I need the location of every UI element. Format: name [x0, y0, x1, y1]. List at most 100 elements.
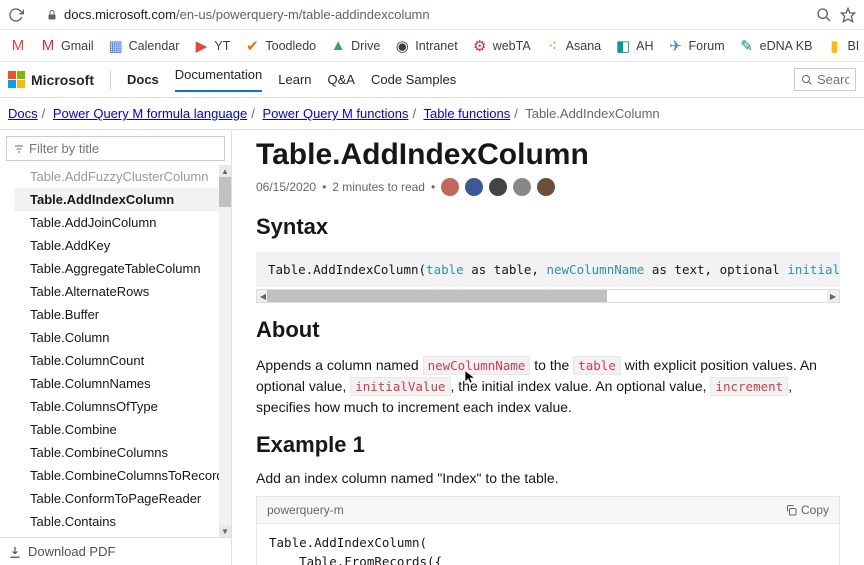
nav-documentation[interactable]: Documentation — [175, 67, 262, 92]
search-icon[interactable] — [816, 7, 832, 23]
toc-item[interactable]: Table.AddIndexColumn — [14, 188, 231, 211]
bookmark-item[interactable]: ✔Toodledo — [244, 38, 316, 54]
bookmark-item[interactable]: ✈Forum — [668, 38, 725, 54]
toc-item[interactable]: Table.ConformToPageReader — [14, 487, 231, 510]
toc-item[interactable]: Table.AlternateRows — [14, 280, 231, 303]
bookmark-label: Calendar — [129, 39, 180, 53]
example-codeblock: Table.AddIndexColumn( Table.FromRecords(… — [256, 523, 840, 565]
content-area: Table.AddFuzzyClusterColumnTable.AddInde… — [0, 130, 864, 565]
read-time: 2 minutes to read — [332, 180, 425, 194]
toc-item[interactable]: Table.AggregateTableColumn — [14, 257, 231, 280]
example-subtitle: Add an index column named "Index" to the… — [256, 470, 840, 486]
bookmark-label: eDNA KB — [760, 39, 813, 53]
bookmark-label: AH — [636, 39, 653, 53]
contributor-avatar[interactable] — [465, 178, 483, 196]
bookmarks-bar: MM Gmail ▦ Calendar ▶YT ✔Toodledo ▲Drive ◉ Intra… — [0, 30, 864, 62]
bookmark-item[interactable]: ◧ AH — [615, 38, 653, 54]
scroll-right-icon[interactable]: ▶ — [827, 290, 839, 302]
nav-learn[interactable]: Learn — [278, 72, 311, 87]
ms-logo-icon — [8, 71, 25, 88]
syntax-codeblock: Table.AddIndexColumn(table as table, new… — [256, 252, 840, 287]
bookmark-icon: M — [40, 38, 56, 54]
toc-item[interactable]: Table.AddKey — [14, 234, 231, 257]
code-h-scrollbar[interactable]: ◀ ▶ — [256, 289, 840, 303]
inline-code: increment — [710, 377, 788, 396]
bookmark-item[interactable]: ▦ Calendar — [108, 38, 180, 54]
toc-item[interactable]: Table.CombineColumnsToRecord — [14, 464, 231, 487]
bookmark-icon: ⁖ — [545, 38, 561, 54]
bookmark-item[interactable]: ▮BI — [826, 38, 859, 54]
article-date: 06/15/2020 — [256, 180, 316, 194]
bookmark-item[interactable]: ⁖Asana — [545, 38, 601, 54]
scroll-up-icon[interactable]: ▲ — [219, 165, 231, 177]
nav-code-samples[interactable]: Code Samples — [371, 72, 456, 87]
site-header: Microsoft Docs Documentation Learn Q&A C… — [0, 62, 864, 98]
bookmark-item[interactable]: M — [10, 38, 26, 54]
toc-item[interactable]: Table.ContainsAll — [14, 533, 231, 537]
toc-item[interactable]: Table.AddFuzzyClusterColumn — [14, 165, 231, 188]
brand-text: Microsoft — [31, 72, 94, 88]
contributor-avatar[interactable] — [441, 178, 459, 196]
crumb-docs[interactable]: Docs — [8, 106, 38, 121]
sidebar-scrollbar[interactable]: ▲ ▼ — [219, 165, 231, 537]
bookmark-icon: ▮ — [826, 38, 842, 54]
site-search[interactable] — [794, 68, 856, 91]
toc-item[interactable]: Table.Column — [14, 326, 231, 349]
toc-item[interactable]: Table.Buffer — [14, 303, 231, 326]
bookmark-label: Gmail — [61, 39, 94, 53]
scroll-thumb[interactable] — [219, 177, 231, 207]
toc-item[interactable]: Table.ColumnNames — [14, 372, 231, 395]
bookmark-icon: ✎ — [739, 38, 755, 54]
inline-code: newColumnName — [423, 356, 531, 375]
filter-box[interactable] — [6, 136, 225, 161]
bookmark-icon: ◧ — [615, 38, 631, 54]
crumb-table[interactable]: Table functions — [423, 106, 510, 121]
toc-item[interactable]: Table.CombineColumns — [14, 441, 231, 464]
inline-code: initialValue — [350, 377, 450, 396]
copy-icon — [785, 504, 797, 516]
bookmark-label: Intranet — [415, 39, 457, 53]
reload-icon[interactable] — [8, 7, 24, 23]
product-link[interactable]: Docs — [127, 72, 159, 87]
bookmark-item[interactable]: ▲Drive — [330, 38, 380, 54]
bookmark-icon: ◉ — [394, 38, 410, 54]
copy-label: Copy — [801, 503, 829, 517]
contributor-avatar[interactable] — [537, 178, 555, 196]
contributor-avatar[interactable] — [489, 178, 507, 196]
download-pdf-button[interactable]: Download PDF — [0, 537, 231, 565]
bookmark-item[interactable]: ◉ Intranet — [394, 38, 457, 54]
bookmark-icon: ▲ — [330, 38, 346, 54]
about-text: Appends a column named newColumnName to … — [256, 355, 840, 418]
toc-item[interactable]: Table.ColumnsOfType — [14, 395, 231, 418]
download-pdf-label: Download PDF — [28, 544, 115, 559]
toc-item[interactable]: Table.ColumnCount — [14, 349, 231, 372]
bookmark-icon: ⚙ — [472, 38, 488, 54]
code-language: powerquery-m — [267, 503, 344, 517]
contributor-avatar[interactable] — [513, 178, 531, 196]
about-heading: About — [256, 317, 840, 343]
toc-item[interactable]: Table.Contains — [14, 510, 231, 533]
nav-qa[interactable]: Q&A — [328, 72, 355, 87]
site-search-input[interactable] — [817, 72, 849, 87]
bookmark-item[interactable]: ▶YT — [193, 38, 230, 54]
bookmark-label: webTA — [493, 39, 531, 53]
bookmark-item[interactable]: ⚙ webTA — [472, 38, 531, 54]
filter-input[interactable] — [29, 141, 218, 156]
browser-toolbar: docs.microsoft.com/en-us/powerquery-m/ta… — [0, 0, 864, 30]
toc-item[interactable]: Table.Combine — [14, 418, 231, 441]
bookmark-icon: ▦ — [108, 38, 124, 54]
breadcrumb: Docs/ Power Query M formula language/ Po… — [0, 98, 864, 130]
lock-icon — [46, 9, 58, 21]
toc-item[interactable]: Table.AddJoinColumn — [14, 211, 231, 234]
bookmark-item[interactable]: M Gmail — [40, 38, 94, 54]
crumb-lang[interactable]: Power Query M formula language — [53, 106, 247, 121]
crumb-functions[interactable]: Power Query M functions — [263, 106, 409, 121]
address-bar[interactable]: docs.microsoft.com/en-us/powerquery-m/ta… — [32, 5, 808, 24]
star-icon[interactable] — [840, 7, 856, 23]
microsoft-logo[interactable]: Microsoft — [8, 71, 94, 88]
scroll-down-icon[interactable]: ▼ — [219, 525, 231, 537]
bookmark-item[interactable]: ✎ eDNA KB — [739, 38, 813, 54]
scroll-thumb[interactable] — [267, 290, 607, 302]
article: Table.AddIndexColumn 06/15/2020 • 2 minu… — [232, 130, 864, 565]
copy-button[interactable]: Copy — [785, 503, 829, 517]
